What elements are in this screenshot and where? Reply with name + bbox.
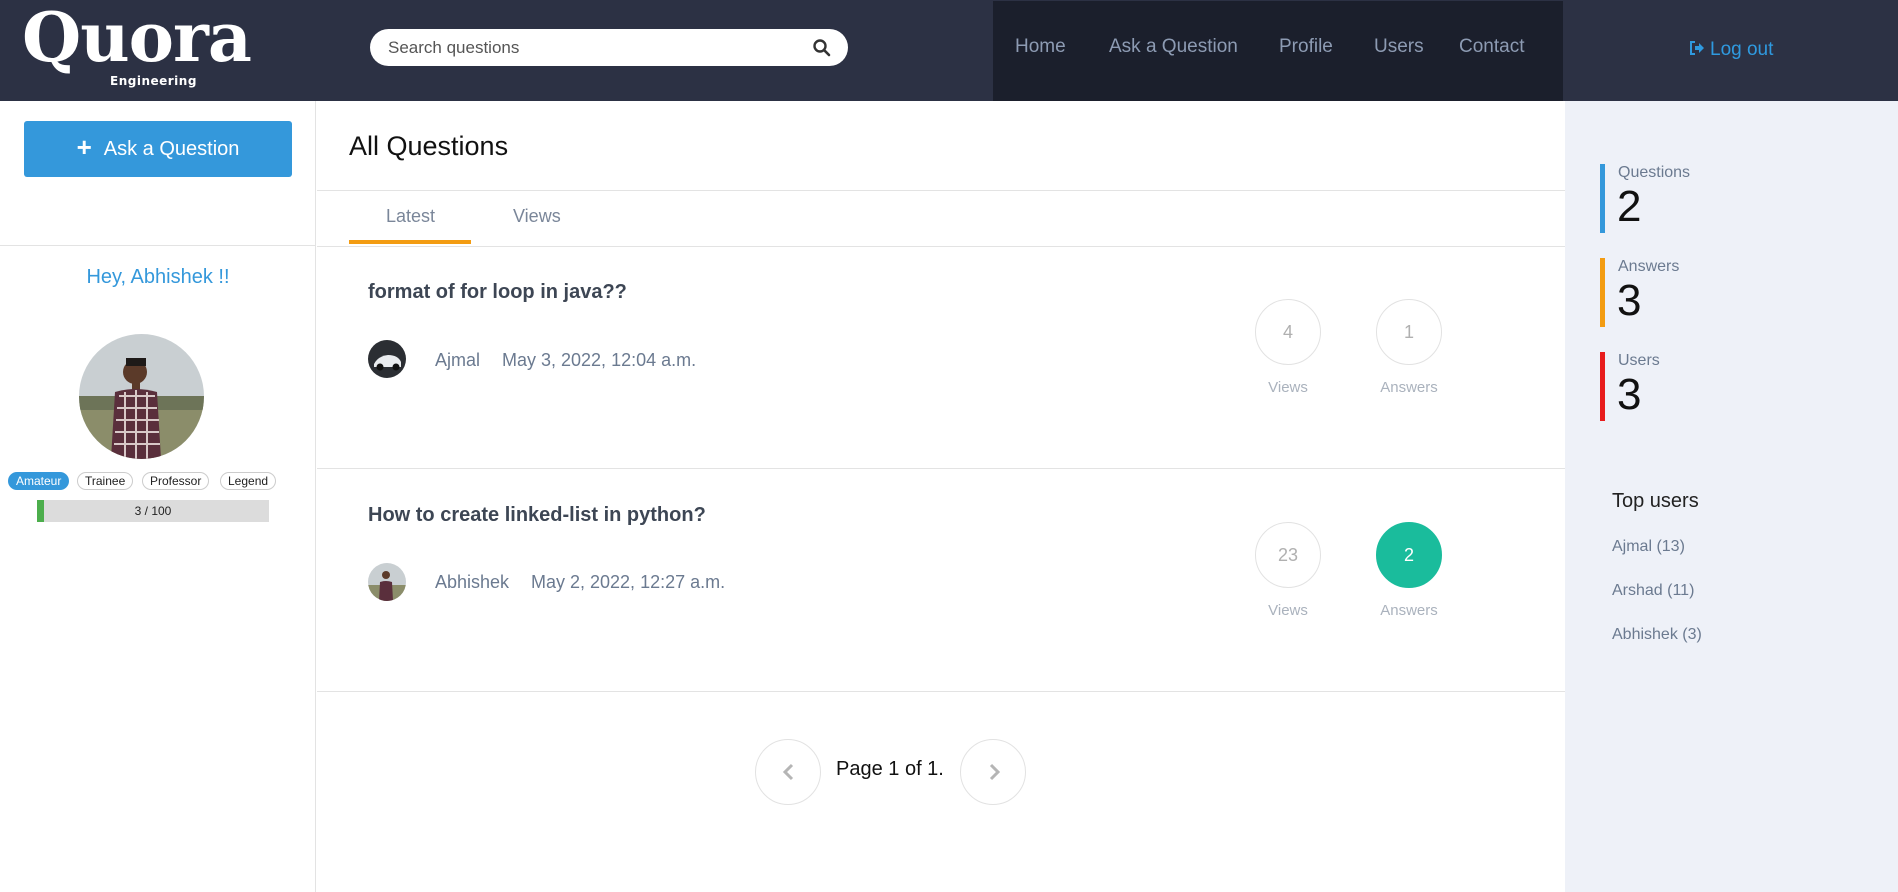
answers-count: 1: [1376, 299, 1442, 365]
question-title[interactable]: How to create linked-list in python?: [368, 504, 706, 527]
plus-icon: +: [76, 132, 92, 162]
answers-count: 2: [1376, 522, 1442, 588]
badge-professor: Professor: [142, 472, 210, 490]
top-user-link[interactable]: Ajmal (13): [1612, 538, 1685, 556]
main-nav: Home Ask a Question Profile Users Contac…: [993, 1, 1563, 101]
stat-users: Users 3: [1600, 352, 1800, 421]
brand-subtitle: Engineering: [110, 74, 197, 88]
left-sidebar: + Ask a Question Hey, Abhishek !! Amateu…: [0, 101, 316, 892]
stat-value: 3: [1617, 370, 1642, 419]
views-count: 4: [1255, 299, 1321, 365]
stat-label: Users: [1618, 352, 1660, 369]
top-user-link[interactable]: Arshad (11): [1612, 582, 1694, 600]
answers-label: Answers: [1380, 379, 1438, 396]
user-greeting: Hey, Abhishek !!: [86, 266, 230, 288]
progress-label: 3 / 100: [134, 504, 172, 518]
top-users-title: Top users: [1612, 490, 1699, 512]
sidebar-divider: [0, 245, 316, 246]
reputation-progress: 3 / 100: [37, 500, 269, 522]
views-count: 23: [1255, 522, 1321, 588]
user-avatar[interactable]: [79, 334, 204, 459]
views-label: Views: [1268, 379, 1308, 396]
ask-question-button[interactable]: + Ask a Question: [24, 121, 292, 177]
stat-label: Answers: [1618, 258, 1680, 275]
top-user-link[interactable]: Abhishek (3): [1612, 626, 1702, 644]
next-page-button[interactable]: [960, 739, 1026, 805]
top-header: Quora Engineering Home Ask a Question Pr…: [0, 0, 1898, 101]
active-tab-indicator: [349, 240, 471, 244]
user-photo: [79, 334, 204, 459]
page-title: All Questions: [349, 131, 509, 161]
search-input[interactable]: [388, 29, 788, 66]
question-date: May 3, 2022, 12:04 a.m.: [502, 350, 697, 370]
chevron-right-icon: [989, 763, 1001, 781]
brand-name: Quora: [22, 0, 252, 78]
stat-color-bar: [1600, 258, 1605, 327]
badge-legend: Legend: [220, 472, 277, 490]
nav-users[interactable]: Users: [1374, 36, 1424, 58]
stat-color-bar: [1600, 164, 1605, 233]
question-author[interactable]: Ajmal: [435, 350, 480, 371]
question-separator: [317, 468, 1565, 469]
tab-views[interactable]: Views: [513, 206, 561, 227]
stat-value: 2: [1617, 182, 1642, 231]
nav-ask-question[interactable]: Ask a Question: [1109, 36, 1238, 58]
search-bar: [370, 29, 848, 66]
logout-label: Log out: [1710, 39, 1774, 60]
author-avatar[interactable]: [368, 340, 406, 378]
author-photo: [368, 340, 406, 378]
stat-label: Questions: [1618, 164, 1691, 181]
nav-profile[interactable]: Profile: [1279, 36, 1333, 58]
nav-contact[interactable]: Contact: [1459, 36, 1524, 58]
pagination-label: Page 1 of 1.: [836, 758, 944, 780]
stat-answers: Answers 3: [1600, 258, 1800, 327]
logout-area: Log out: [1563, 1, 1898, 101]
badge-trainee: Trainee: [77, 472, 134, 490]
questions-panel: All Questions Latest Views format of for…: [317, 101, 1565, 892]
author-avatar[interactable]: [368, 563, 406, 601]
logout-icon: [1690, 41, 1704, 55]
right-sidebar: Questions 2 Answers 3 Users 3 Top users …: [1565, 101, 1898, 892]
author-photo: [368, 563, 406, 601]
logout-link[interactable]: Log out: [1688, 39, 1773, 61]
question-separator: [317, 691, 1565, 692]
tab-latest[interactable]: Latest: [386, 206, 435, 227]
stat-color-bar: [1600, 352, 1605, 421]
divider: [317, 190, 1565, 191]
chevron-left-icon: [782, 763, 794, 781]
stat-questions: Questions 2: [1600, 164, 1800, 233]
stat-value: 3: [1617, 276, 1642, 325]
brand-logo[interactable]: Quora Engineering: [22, 0, 272, 101]
nav-home[interactable]: Home: [1015, 36, 1066, 58]
question-title[interactable]: format of for loop in java??: [368, 281, 627, 304]
prev-page-button[interactable]: [755, 739, 821, 805]
answers-label: Answers: [1380, 602, 1438, 619]
ask-question-label: Ask a Question: [103, 137, 240, 160]
views-label: Views: [1268, 602, 1308, 619]
question-author[interactable]: Abhishek: [435, 572, 509, 593]
divider: [317, 246, 1565, 247]
question-date: May 2, 2022, 12:27 a.m.: [531, 572, 726, 592]
badge-amateur: Amateur: [8, 472, 70, 490]
search-icon[interactable]: [812, 38, 832, 58]
